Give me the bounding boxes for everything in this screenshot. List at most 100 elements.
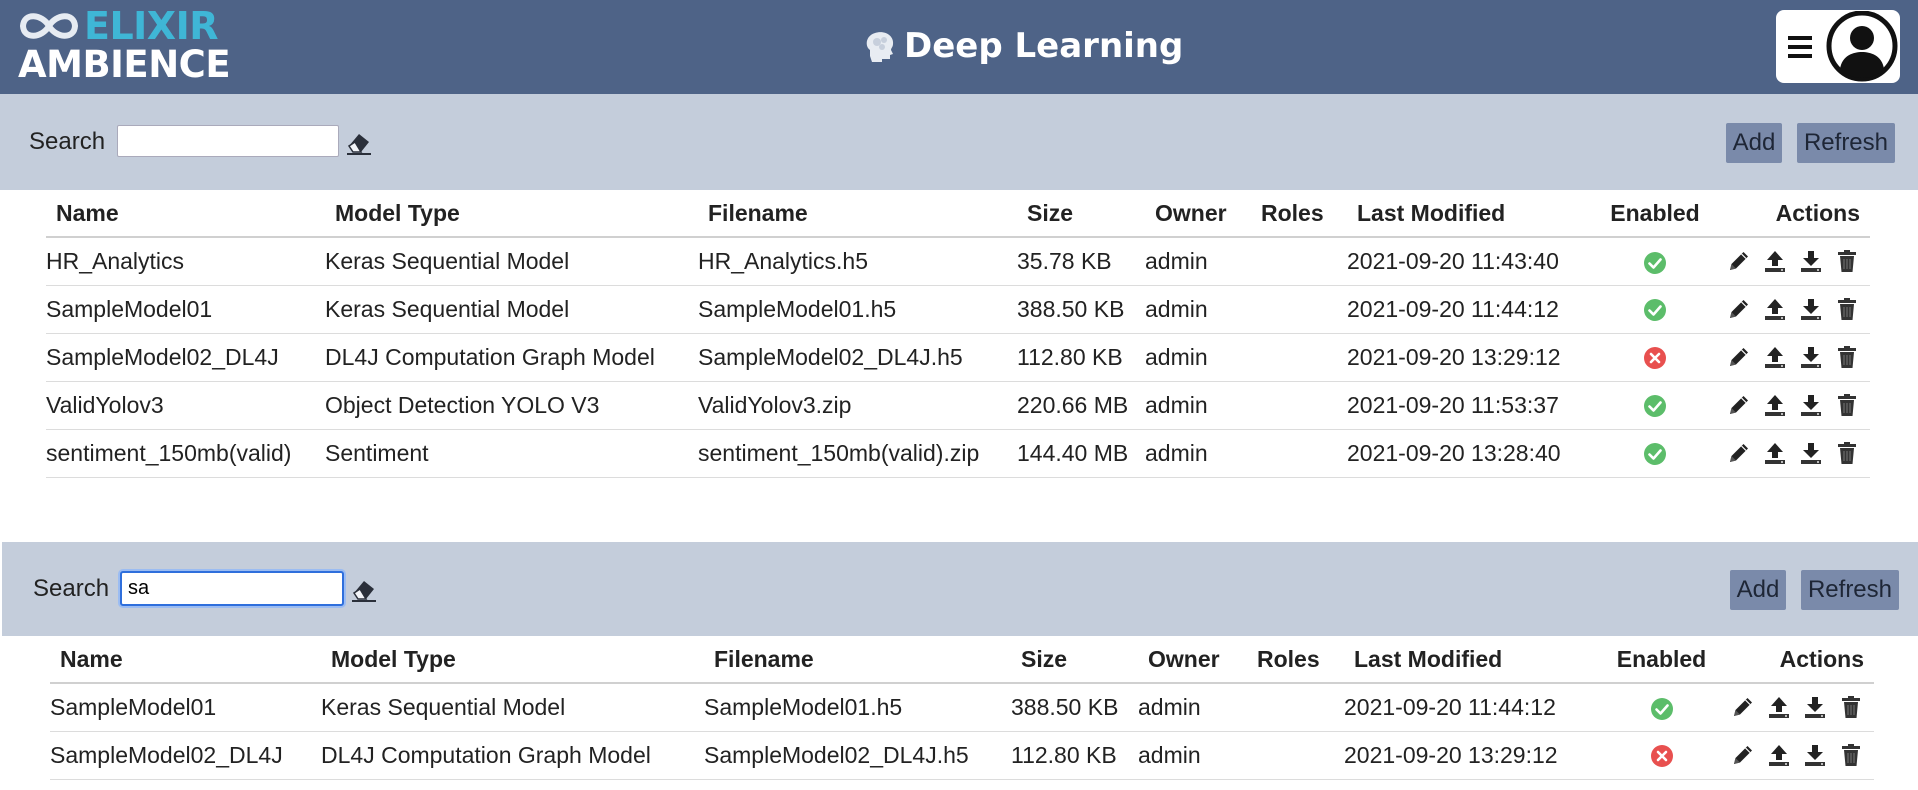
edit-pencil-icon[interactable] [1726,392,1752,418]
table-row[interactable]: SampleModel02_DL4J DL4J Computation Graph… [46,333,1870,382]
edit-pencil-icon[interactable] [1726,440,1752,466]
cell-model-type: Keras Sequential Model [325,237,698,286]
upload-icon[interactable] [1762,440,1788,466]
cell-owner: admin [1138,731,1247,780]
cell-owner: admin [1145,429,1251,478]
page-title: Deep Learning [904,26,1184,66]
cell-enabled [1594,285,1716,334]
column-header-name[interactable]: Name [46,190,325,238]
column-header-actions: Actions [1715,636,1874,684]
edit-pencil-icon[interactable] [1730,742,1756,768]
column-header-actions: Actions [1716,190,1870,238]
column-header-owner[interactable]: Owner [1138,636,1247,684]
clear-search-eraser-icon[interactable] [345,130,373,156]
delete-trash-icon[interactable] [1838,694,1864,720]
upload-icon[interactable] [1762,392,1788,418]
edit-pencil-icon[interactable] [1730,694,1756,720]
upload-icon[interactable] [1762,344,1788,370]
download-icon[interactable] [1802,742,1828,768]
delete-trash-icon[interactable] [1834,344,1860,370]
cell-owner: admin [1138,683,1247,732]
column-header-model-type[interactable]: Model Type [325,190,698,238]
table-row[interactable]: sentiment_150mb(valid) Sentiment sentiment… [46,429,1870,478]
refresh-button[interactable]: Refresh [1801,570,1899,610]
column-header-owner[interactable]: Owner [1145,190,1251,238]
table-row[interactable]: HR_Analytics Keras Sequential Model HR_Ana… [46,237,1870,286]
column-header-filename[interactable]: Filename [704,636,1011,684]
cell-size: 388.50 KB [1011,683,1138,732]
cell-last-modified: 2021-09-20 13:29:12 [1347,333,1594,382]
edit-pencil-icon[interactable] [1726,296,1752,322]
elixir-ambience-logo[interactable]: ELIXIR AMBIENCE [18,6,231,86]
cell-roles [1247,731,1344,780]
logo-text-ambience: AMBIENCE [18,43,231,86]
cell-model-type: Keras Sequential Model [321,683,704,732]
upload-icon[interactable] [1766,742,1792,768]
column-header-enabled[interactable]: Enabled [1594,190,1716,238]
cell-model-type: Object Detection YOLO V3 [325,381,698,430]
brain-head-icon [862,28,898,64]
column-header-name[interactable]: Name [50,636,321,684]
cell-size: 388.50 KB [1017,285,1145,334]
search-input[interactable] [117,125,339,157]
cell-model-type: DL4J Computation Graph Model [325,333,698,382]
download-icon[interactable] [1802,694,1828,720]
column-header-enabled[interactable]: Enabled [1608,636,1715,684]
cell-name: SampleModel01 [50,683,321,732]
models-table-2: Name Model Type Filename Size Owner Role… [50,636,1874,780]
column-header-last-modified[interactable]: Last Modified [1344,636,1608,684]
table-row[interactable]: ValidYolov3 Object Detection YOLO V3 Valid… [46,381,1870,430]
cell-roles [1247,683,1344,732]
cell-roles [1251,381,1347,430]
table-row[interactable]: SampleModel01 Keras Sequential Model Sampl… [46,285,1870,334]
column-header-roles[interactable]: Roles [1251,190,1347,238]
enabled-check-icon [1650,697,1674,721]
column-header-last-modified[interactable]: Last Modified [1347,190,1594,238]
column-header-filename[interactable]: Filename [698,190,1017,238]
cell-roles [1251,333,1347,382]
column-header-size[interactable]: Size [1011,636,1138,684]
cell-enabled [1594,429,1716,478]
table-row[interactable]: SampleModel02_DL4J DL4J Computation Graph… [50,731,1874,780]
column-header-roles[interactable]: Roles [1247,636,1344,684]
download-icon[interactable] [1798,296,1824,322]
delete-trash-icon[interactable] [1834,392,1860,418]
column-header-model-type[interactable]: Model Type [321,636,704,684]
download-icon[interactable] [1798,248,1824,274]
add-button[interactable]: Add [1726,123,1782,163]
column-header-size[interactable]: Size [1017,190,1145,238]
download-icon[interactable] [1798,440,1824,466]
clear-search-eraser-icon[interactable] [350,577,378,603]
search-input[interactable] [120,571,344,606]
cell-enabled [1608,731,1715,780]
cell-enabled [1594,381,1716,430]
add-button[interactable]: Add [1730,570,1786,610]
cell-filename: HR_Analytics.h5 [698,237,1017,286]
cell-actions [1715,683,1874,732]
table-header-row: Name Model Type Filename Size Owner Role… [46,190,1870,238]
cell-actions [1716,285,1870,334]
download-icon[interactable] [1798,392,1824,418]
download-icon[interactable] [1798,344,1824,370]
cell-name: SampleModel02_DL4J [50,731,321,780]
cell-model-type: Sentiment [325,429,698,478]
edit-pencil-icon[interactable] [1726,344,1752,370]
delete-trash-icon[interactable] [1838,742,1864,768]
delete-trash-icon[interactable] [1834,296,1860,322]
cell-last-modified: 2021-09-20 11:53:37 [1347,381,1594,430]
user-avatar-icon[interactable] [1826,10,1899,82]
table-header-row: Name Model Type Filename Size Owner Role… [50,636,1874,684]
upload-icon[interactable] [1762,296,1788,322]
cell-name: SampleModel01 [46,285,325,334]
cell-model-type: Keras Sequential Model [325,285,698,334]
search-label: Search [33,575,110,602]
table-row[interactable]: SampleModel01 Keras Sequential Model Sampl… [50,683,1874,732]
hamburger-menu-icon[interactable] [1786,30,1816,64]
upload-icon[interactable] [1766,694,1792,720]
delete-trash-icon[interactable] [1834,440,1860,466]
delete-trash-icon[interactable] [1834,248,1860,274]
refresh-button[interactable]: Refresh [1797,123,1895,163]
edit-pencil-icon[interactable] [1726,248,1752,274]
cell-size: 35.78 KB [1017,237,1145,286]
upload-icon[interactable] [1762,248,1788,274]
